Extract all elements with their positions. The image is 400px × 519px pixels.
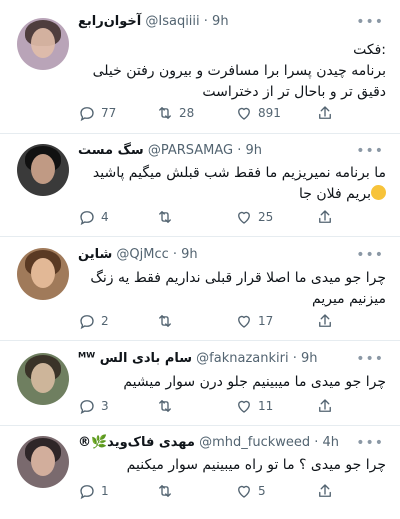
reply-icon <box>80 315 94 330</box>
tweet-header: سام بادی الس ᴹᵂ @faknazankiri · 9h <box>78 351 382 371</box>
reply-count: 77 <box>101 106 117 120</box>
avatar[interactable] <box>17 18 69 70</box>
reply-icon <box>80 211 94 226</box>
handle-and-time[interactable]: @mhd_fuckweed · 4h <box>199 435 339 450</box>
retweet-icon <box>159 400 171 412</box>
handle-and-time[interactable]: @Isaqiiii · 9h <box>145 14 228 29</box>
more-icon[interactable]: ••• <box>356 351 384 367</box>
tweet-text: چرا جو میدی ما اصلا قرار قبلی نداریم فقط… <box>90 270 386 307</box>
tweet[interactable]: آخوان‌رابع @Isaqiiii · 9h ••• :فکت برنام… <box>0 0 400 134</box>
laughing-emoji-icon <box>371 185 386 200</box>
reply-count: 1 <box>101 484 109 498</box>
share-icon <box>319 484 331 497</box>
retweet-icon <box>159 107 171 119</box>
like-count: 25 <box>258 210 274 224</box>
share-button[interactable] <box>316 481 339 501</box>
tweet[interactable]: مهدی فاک‌وید🌿® @mhd_fuckweed · 4h ••• چر… <box>0 426 400 519</box>
avatar-face <box>31 154 55 184</box>
like-count: 17 <box>258 314 274 328</box>
heart-icon <box>238 107 250 120</box>
reply-button[interactable]: 2 <box>78 311 109 331</box>
avatar[interactable] <box>17 353 69 405</box>
tweet-actions: 1 5 <box>78 481 350 501</box>
tweet-actions: 3 11 <box>78 396 350 416</box>
retweet-icon <box>159 485 171 497</box>
retweet-button[interactable] <box>156 311 179 331</box>
reply-button[interactable]: 3 <box>78 396 109 416</box>
tweet-header: مهدی فاک‌وید🌿® @mhd_fuckweed · 4h <box>78 435 382 455</box>
avatar-face <box>31 446 55 476</box>
reply-icon <box>80 400 94 415</box>
reply-icon <box>80 485 94 500</box>
reply-button[interactable]: 77 <box>78 103 116 123</box>
display-name[interactable]: شاین <box>78 247 112 262</box>
reply-button[interactable]: 4 <box>78 207 109 227</box>
like-button[interactable]: 5 <box>235 481 266 501</box>
like-button[interactable]: 11 <box>235 396 273 416</box>
heart-icon <box>238 485 250 498</box>
avatar[interactable] <box>17 248 69 300</box>
retweet-icon <box>159 315 171 327</box>
reply-button[interactable]: 1 <box>78 481 109 501</box>
like-count: 5 <box>258 484 266 498</box>
more-icon[interactable]: ••• <box>356 14 384 30</box>
retweet-button[interactable] <box>156 396 179 416</box>
share-button[interactable] <box>316 207 339 227</box>
tweet[interactable]: سگ مست @PARSAMAG · 9h ••• ما برنامه نمیر… <box>0 134 400 237</box>
like-button[interactable]: 891 <box>235 103 281 123</box>
tweet-actions: 77 28 891 <box>78 103 350 123</box>
share-button[interactable] <box>316 103 339 123</box>
avatar-face <box>31 363 55 393</box>
retweet-icon <box>159 211 171 223</box>
reply-icon <box>80 107 94 122</box>
like-button[interactable]: 25 <box>235 207 273 227</box>
like-count: 11 <box>258 399 274 413</box>
share-icon <box>319 399 331 412</box>
tweet-actions: 2 17 <box>78 311 350 331</box>
reply-count: 3 <box>101 399 109 413</box>
display-name[interactable]: سگ مست <box>78 143 144 158</box>
share-button[interactable] <box>316 311 339 331</box>
avatar[interactable] <box>17 436 69 488</box>
tweet-header: شاین @QjMcc · 9h <box>78 247 382 267</box>
more-icon[interactable]: ••• <box>356 435 384 451</box>
like-count: 891 <box>258 106 281 120</box>
tweet-text: ما برنامه نمیریزیم ما فقط شب قبلش میگیم … <box>92 165 386 202</box>
handle-and-time[interactable]: @QjMcc · 9h <box>116 247 197 262</box>
retweet-count: 28 <box>179 106 195 120</box>
share-icon <box>319 106 331 119</box>
heart-icon <box>238 315 250 328</box>
tweet-text: چرا جو میدی ما میبینیم جلو درن سوار میشی… <box>123 374 386 390</box>
handle-and-time[interactable]: @faknazankiri · 9h <box>196 351 317 366</box>
display-name[interactable]: آخوان‌رابع <box>78 14 141 29</box>
avatar-face <box>31 28 55 58</box>
reply-count: 4 <box>101 210 109 224</box>
more-icon[interactable]: ••• <box>356 143 384 159</box>
avatar[interactable] <box>17 144 69 196</box>
share-icon <box>319 210 331 223</box>
tweet[interactable]: شاین @QjMcc · 9h ••• چرا جو میدی ما اصلا… <box>0 237 400 341</box>
display-name[interactable]: مهدی فاک‌وید🌿® <box>78 435 195 450</box>
tweet-actions: 4 25 <box>78 207 350 227</box>
share-icon <box>319 314 331 327</box>
share-button[interactable] <box>316 396 339 416</box>
tweet[interactable]: سام بادی الس ᴹᵂ @faknazankiri · 9h ••• چ… <box>0 341 400 426</box>
reply-count: 2 <box>101 314 109 328</box>
tweet-header: سگ مست @PARSAMAG · 9h <box>78 143 382 163</box>
tweet-text: :فکت برنامه چیدن پسرا برا مسافرت و بیرون… <box>92 42 386 100</box>
retweet-button[interactable] <box>156 481 179 501</box>
tweet-header: آخوان‌رابع @Isaqiiii · 9h <box>78 14 382 34</box>
handle-and-time[interactable]: @PARSAMAG · 9h <box>148 143 262 158</box>
more-icon[interactable]: ••• <box>356 247 384 263</box>
like-button[interactable]: 17 <box>235 311 273 331</box>
retweet-button[interactable]: 28 <box>156 103 194 123</box>
retweet-button[interactable] <box>156 207 179 227</box>
avatar-face <box>31 258 55 288</box>
display-name[interactable]: سام بادی الس ᴹᵂ <box>78 351 192 366</box>
heart-icon <box>238 400 250 413</box>
heart-icon <box>238 211 250 224</box>
tweet-text: چرا جو میدی ؟ ما تو راه میبینیم سوار میک… <box>126 457 386 473</box>
